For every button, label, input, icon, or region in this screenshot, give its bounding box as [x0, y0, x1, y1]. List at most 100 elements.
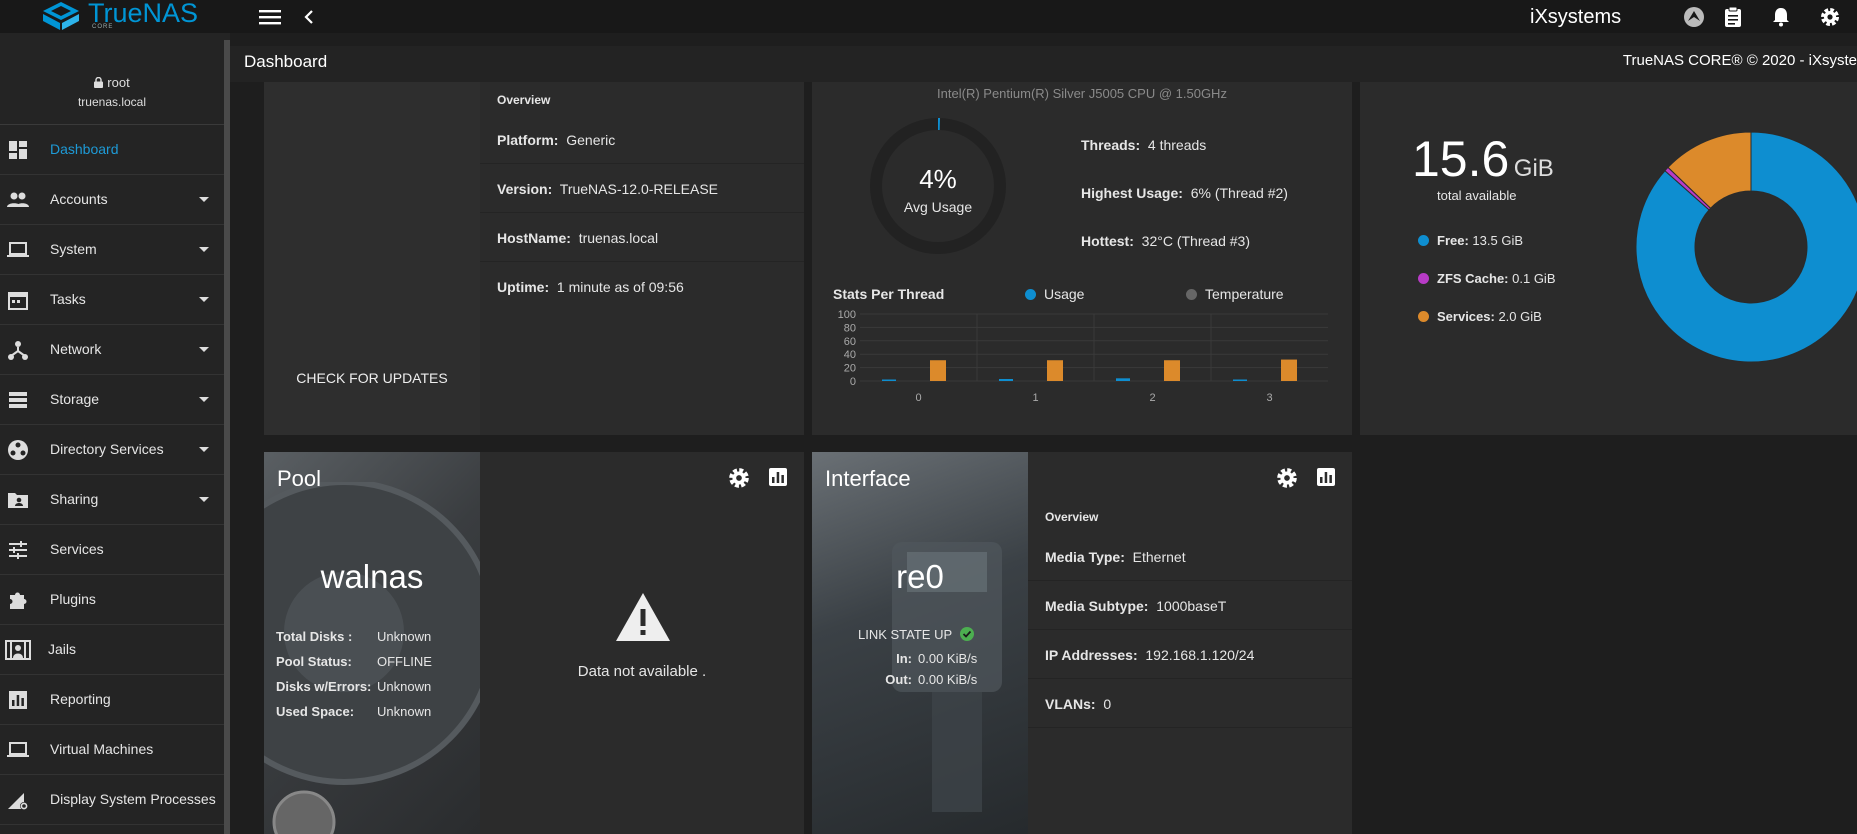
tune-icon	[9, 541, 27, 559]
free-swatch	[1418, 235, 1429, 246]
interface-reports-button[interactable]	[1315, 466, 1339, 490]
vendor-logo-ix: iX	[1530, 6, 1548, 28]
processes-icon	[8, 793, 28, 810]
highest-usage-label: Highest Usage:	[1081, 185, 1183, 201]
menu-toggle-button[interactable]	[257, 4, 283, 30]
legend-temperature-swatch	[1186, 289, 1197, 300]
truenas-logo[interactable]: TrueNAS CORE	[42, 0, 202, 33]
pool-title: Pool	[277, 466, 322, 491]
total-disks-label: Total Disks :	[276, 629, 353, 644]
hottest-row: Hottest: 32°C (Thread #3)	[1081, 233, 1250, 249]
sidebar-item-network[interactable]: Network	[0, 325, 224, 375]
pool-settings-button[interactable]	[727, 466, 751, 490]
media-subtype-label: Media Subtype:	[1045, 598, 1149, 614]
caret-down-icon	[199, 197, 209, 202]
sidebar-item-display-system-processes[interactable]: Display System Processes	[0, 775, 224, 825]
truecommand-icon	[1684, 7, 1704, 27]
sidebar-item-label: Jails	[48, 641, 77, 657]
memory-total-label: total available	[1437, 188, 1517, 203]
user-info: root truenas.local	[0, 33, 224, 125]
sidebar-item-sharing[interactable]: Sharing	[0, 475, 224, 525]
vlans-row: VLANs: 0	[1028, 680, 1352, 728]
disks-errors-value: Unknown	[377, 679, 432, 694]
memory-services-row: Services: 2.0 GiB	[1418, 309, 1542, 324]
y-tick-label: 80	[844, 322, 856, 334]
sidebar-item-virtual-machines[interactable]: Virtual Machines	[0, 725, 224, 775]
check-circle-icon	[959, 627, 974, 641]
check-for-updates-button[interactable]: CHECK FOR UPDATES	[264, 370, 480, 386]
total-disks-value: Unknown	[377, 629, 432, 644]
sidebar-item-tasks[interactable]: Tasks	[0, 275, 224, 325]
ip-addresses-row: IP Addresses: 192.168.1.120/24	[1028, 631, 1352, 679]
sidebar-item-dashboard[interactable]: Dashboard	[0, 125, 224, 175]
uptime-value: 1 minute as of 09:56	[556, 279, 684, 295]
gear-icon	[1821, 8, 1839, 26]
sidebar-scrollbar[interactable]	[224, 40, 230, 834]
sidebar-item-label: Reporting	[50, 691, 111, 707]
ixsystems-logo[interactable]: iXsystems	[1530, 2, 1621, 29]
caret-down-icon	[199, 497, 209, 502]
threads-value: 4 threads	[1147, 137, 1207, 153]
sidebar-item-storage[interactable]: Storage	[0, 375, 224, 425]
legend-usage-swatch	[1025, 289, 1036, 300]
laptop-icon	[7, 742, 29, 757]
services-label: Services:	[1437, 309, 1495, 324]
y-tick-label: 60	[844, 336, 856, 348]
interface-title: Interface	[825, 466, 911, 491]
settings-button[interactable]	[1817, 4, 1843, 30]
system-info-card: CHECK FOR UPDATES Overview Platform: Gen…	[264, 82, 804, 435]
pool-status-label: Pool Status:	[276, 654, 352, 669]
sidebar-item-accounts[interactable]: Accounts	[0, 175, 224, 225]
collapse-sidebar-button[interactable]	[296, 4, 322, 30]
sidebar-item-reporting[interactable]: Reporting	[0, 675, 224, 725]
sidebar-item-directory-services[interactable]: Directory Services	[0, 425, 224, 475]
version-row: Version: TrueNAS-12.0-RELEASE	[480, 165, 804, 213]
ip-addresses-value: 192.168.1.120/24	[1145, 647, 1255, 663]
memory-total: 15.6 GiB	[1412, 130, 1554, 188]
out-label: Out:	[885, 672, 912, 687]
legend-temperature[interactable]: Temperature	[1186, 286, 1284, 302]
bar-usage-thread-3	[1233, 379, 1247, 381]
interface-image-panel: Interface re0 LINK STATE UP In: 0.00 KiB…	[812, 452, 1028, 834]
platform-value: Generic	[566, 132, 616, 148]
pool-details: Total Disks : Unknown Pool Status: OFFLINE…	[276, 624, 432, 724]
sidebar-item-jails[interactable]: Jails	[0, 625, 224, 675]
link-state-text: LINK STATE UP	[858, 627, 952, 642]
puzzle-icon	[10, 592, 27, 609]
vendor-logo-systems: systems	[1547, 6, 1622, 28]
sidebar-item-plugins[interactable]: Plugins	[0, 575, 224, 625]
threads-row: Threads: 4 threads	[1081, 137, 1206, 153]
bar-chart-icon	[1317, 468, 1335, 486]
uptime-row: Uptime: 1 minute as of 09:56	[480, 263, 804, 311]
out-value: 0.00 KiB/s	[918, 672, 978, 687]
notifications-button[interactable]	[1768, 4, 1794, 30]
bar-usage-thread-0	[882, 379, 896, 381]
directory-icon	[8, 440, 28, 460]
sidebar-item-label: System	[50, 241, 97, 257]
sidebar-item-label: Network	[50, 341, 102, 357]
highest-usage-row: Highest Usage: 6% (Thread #2)	[1081, 185, 1288, 201]
bar-usage-thread-1	[999, 378, 1013, 381]
page-title-bar: Dashboard TrueNAS CORE® © 2020 - iXsyste	[228, 46, 1857, 82]
page-title: Dashboard	[244, 52, 328, 71]
hostname-label: HostName:	[497, 230, 571, 246]
tasks-clipboard-button[interactable]	[1720, 4, 1746, 30]
interface-settings-button[interactable]	[1275, 466, 1299, 490]
in-value: 0.00 KiB/s	[918, 651, 978, 666]
sidebar-item-system[interactable]: System	[0, 225, 224, 275]
legend-usage[interactable]: Usage	[1025, 286, 1084, 302]
network-icon	[8, 341, 28, 360]
user-name-text: root	[107, 75, 130, 90]
used-space-label: Used Space:	[276, 704, 355, 719]
media-subtype-row: Media Subtype: 1000baseT	[1028, 582, 1352, 630]
sidebar-item-label: Accounts	[50, 191, 108, 207]
bar-temperature-thread-3	[1281, 359, 1297, 381]
free-label: Free:	[1437, 233, 1469, 248]
storage-icon	[9, 392, 27, 408]
folder-share-icon	[8, 493, 28, 508]
media-type-value: Ethernet	[1132, 549, 1186, 565]
sidebar-item-services[interactable]: Services	[0, 525, 224, 575]
truecommand-button[interactable]	[1681, 4, 1707, 30]
x-tick-label: 1	[1032, 392, 1038, 404]
pool-reports-button[interactable]	[767, 466, 791, 490]
